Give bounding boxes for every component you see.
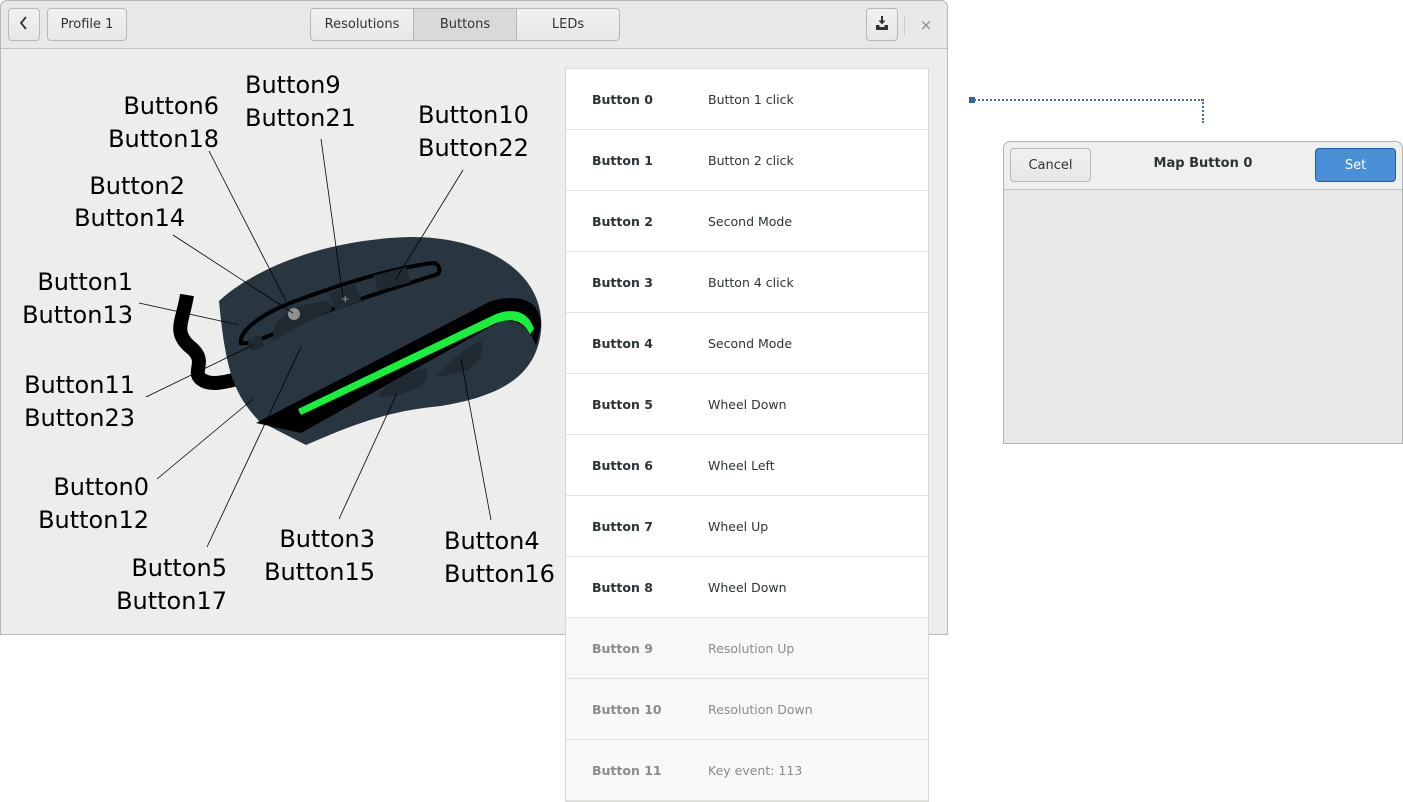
callout-label: Button5: [131, 554, 227, 582]
button-action: Button 1 click: [708, 91, 794, 107]
button-action: Second Mode: [708, 213, 793, 229]
list-row-button-4[interactable]: Button 4 Second Mode: [566, 313, 928, 374]
button-name: Button 8: [592, 579, 653, 595]
button-name: Button 10: [592, 701, 662, 717]
callout-label: Button4: [444, 527, 540, 555]
connector-line: [971, 99, 1203, 101]
scroll-wheel: [288, 308, 300, 320]
callout-label: Button21: [245, 104, 356, 132]
button-name: Button 11: [592, 762, 662, 778]
button-name: Button 3: [592, 274, 653, 290]
button-action: Wheel Down: [708, 579, 787, 595]
list-row-button-11[interactable]: Button 11 Key event: 113: [566, 740, 928, 801]
list-row-button-8[interactable]: Button 8 Wheel Down: [566, 557, 928, 618]
button-name: Button 9: [592, 640, 653, 656]
mouse-diagram: + Button6 Button18 Button9 Button21 Butt…: [1, 48, 561, 636]
button-name: Button 5: [592, 396, 653, 412]
callout-label: Button13: [22, 301, 133, 329]
callout-label: Button16: [444, 560, 555, 588]
tab-resolutions[interactable]: Resolutions: [310, 8, 414, 41]
dialog-header: Cancel Map Button 0 Set: [1004, 142, 1402, 190]
button-action: Button 2 click: [708, 152, 794, 168]
callout-label: Button3: [279, 525, 375, 553]
callout-label: Button2: [89, 172, 185, 200]
download-save-icon: [875, 15, 889, 35]
list-row-button-0[interactable]: Button 0 Button 1 click: [566, 69, 928, 130]
connector-line: [1202, 99, 1204, 123]
button-name: Button 1: [592, 152, 653, 168]
callout-label: Button6: [123, 92, 219, 120]
profile-button[interactable]: Profile 1: [47, 8, 127, 41]
button-name: Button 4: [592, 335, 653, 351]
set-button[interactable]: Set: [1315, 148, 1396, 182]
button-name: Button 6: [592, 457, 653, 473]
button-action: Wheel Up: [708, 518, 769, 534]
cancel-label: Cancel: [1028, 157, 1073, 173]
tab-label: Resolutions: [324, 17, 400, 32]
mouse-body: [219, 237, 542, 445]
set-label: Set: [1344, 157, 1367, 173]
button-mapping-list: Button 0 Button 1 click Button 1 Button 2 …: [565, 68, 929, 802]
callout-label: Button23: [24, 404, 135, 432]
tab-label: Buttons: [439, 17, 491, 32]
save-button[interactable]: [866, 8, 898, 41]
cancel-button[interactable]: Cancel: [1010, 148, 1091, 182]
callout-label: Button9: [245, 71, 341, 99]
list-row-button-5[interactable]: Button 5 Wheel Down: [566, 374, 928, 435]
tab-buttons[interactable]: Buttons: [413, 8, 517, 41]
button-action: Wheel Left: [708, 457, 775, 473]
button-action: Wheel Down: [708, 396, 787, 412]
map-button-dialog: Cancel Map Button 0 Set: [1003, 141, 1403, 444]
list-row-button-2[interactable]: Button 2 Second Mode: [566, 191, 928, 252]
header-separator: [904, 15, 905, 35]
callout-label: Button12: [38, 506, 149, 534]
back-button[interactable]: [8, 8, 40, 41]
list-row-button-6[interactable]: Button 6 Wheel Left: [566, 435, 928, 496]
button-action: Second Mode: [708, 335, 793, 351]
button-action: Resolution Up: [708, 640, 795, 656]
callout-label: Button17: [116, 587, 227, 615]
callout-label: Button15: [264, 558, 375, 586]
button-name: Button 0: [592, 91, 653, 107]
button-name: Button 7: [592, 518, 653, 534]
tab-label: LEDs: [551, 17, 585, 32]
plus-glyph: +: [341, 294, 349, 305]
tab-switcher: Resolutions Buttons LEDs: [310, 8, 620, 41]
callout-label: Button11: [24, 371, 135, 399]
mouse-svg: + Button6 Button18 Button9 Button21 Butt…: [22, 71, 555, 615]
list-row-button-9[interactable]: Button 9 Resolution Up: [566, 618, 928, 679]
callout-label: Button0: [53, 473, 149, 501]
callout-label: Button18: [108, 125, 219, 153]
chevron-left-icon: [19, 15, 29, 34]
list-row-button-10[interactable]: Button 10 Resolution Down: [566, 679, 928, 740]
callout-label: Button10: [418, 101, 529, 129]
callout-label: Button14: [74, 204, 185, 232]
header-bar: Profile 1 Resolutions Buttons LEDs ×: [1, 1, 947, 49]
button-name: Button 2: [592, 213, 653, 229]
tab-leds[interactable]: LEDs: [516, 8, 620, 41]
button-action: Resolution Down: [708, 701, 813, 717]
list-row-button-1[interactable]: Button 1 Button 2 click: [566, 130, 928, 191]
close-button[interactable]: ×: [915, 14, 937, 36]
callout-label: Button22: [418, 134, 529, 162]
button-action: Button 4 click: [708, 274, 794, 290]
button-action: Key event: 113: [708, 762, 803, 778]
close-icon: ×: [919, 16, 933, 34]
list-row-button-3[interactable]: Button 3 Button 4 click: [566, 252, 928, 313]
callout-label: Button1: [37, 268, 133, 296]
list-row-button-7[interactable]: Button 7 Wheel Up: [566, 496, 928, 557]
profile-label: Profile 1: [60, 17, 114, 32]
